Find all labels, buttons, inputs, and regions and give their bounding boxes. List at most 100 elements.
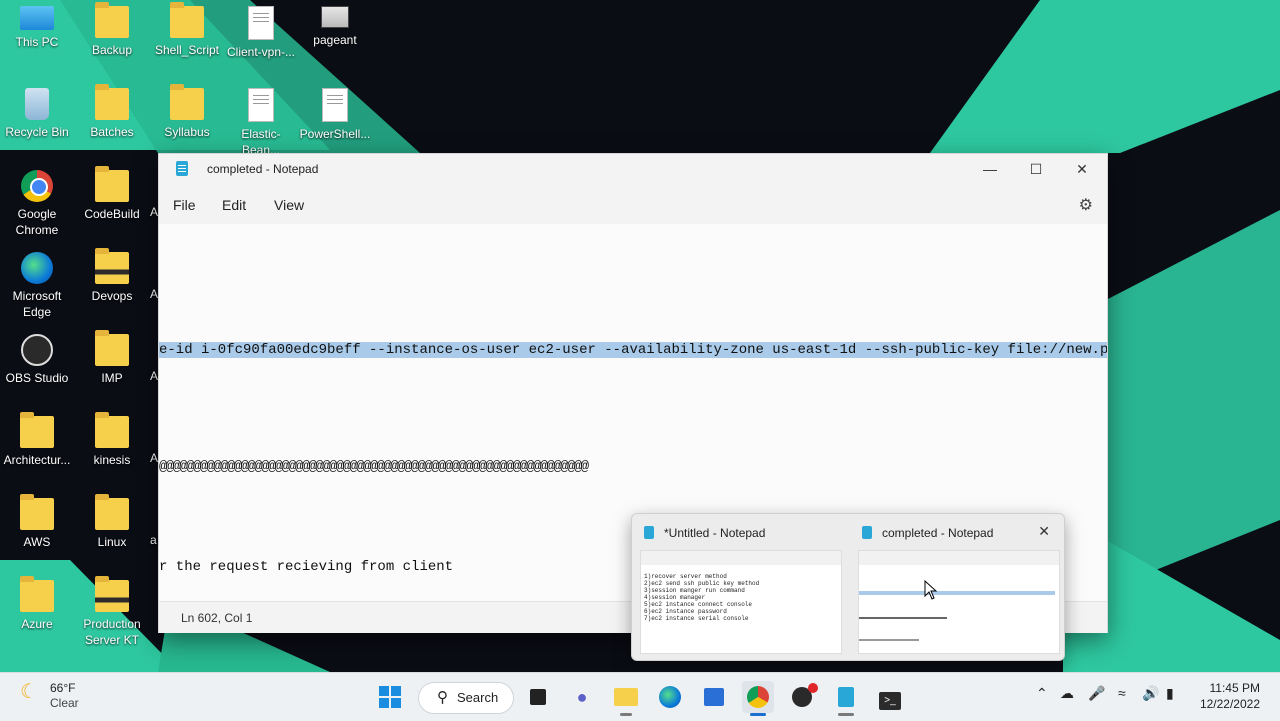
desktop-icon-obs-studio[interactable]: OBS Studio	[0, 334, 74, 386]
recording-badge	[808, 683, 818, 693]
desktop-icon-shell-script[interactable]: Shell_Script	[150, 2, 224, 58]
desktop-icon-batches[interactable]: Batches	[75, 84, 149, 140]
task-view-icon	[530, 689, 546, 705]
store-button[interactable]	[698, 681, 730, 713]
microphone-icon[interactable]: 🎤	[1088, 685, 1105, 702]
document-icon	[322, 88, 348, 122]
menu-view[interactable]: View	[274, 197, 304, 213]
desktop-icon-aws[interactable]: AWS	[0, 494, 74, 550]
monitor-icon	[20, 6, 54, 30]
gear-icon[interactable]: ⚙	[1079, 195, 1093, 215]
editor-line[interactable]: @@@@@@@@@@@@@@@@@@@@@@@@@@@@@@@@@@@@@@@@…	[159, 459, 589, 475]
notepad-icon	[176, 161, 188, 176]
desktop-icon-production-server-kt[interactable]: Production Server KT	[75, 576, 149, 648]
store-icon	[704, 688, 724, 706]
desktop-icon-recycle-bin[interactable]: Recycle Bin	[0, 88, 74, 140]
start-button[interactable]	[374, 681, 406, 713]
terminal-icon: >_	[879, 692, 901, 710]
battery-icon[interactable]: ▮	[1166, 685, 1174, 702]
teams-chat-button[interactable]: ●	[566, 681, 598, 713]
preview-completed-notepad[interactable]: completed - Notepad ✕	[850, 514, 1060, 660]
folder-icon	[95, 166, 129, 202]
editor-line-selected[interactable]: e-id i-0fc90fa00edc9beff --instance-os-u…	[159, 342, 1107, 358]
folder-icon	[20, 576, 54, 612]
desktop-icon-elastic-bean[interactable]: Elastic-Bean...	[224, 88, 298, 158]
desktop-icon-architecture[interactable]: Architectur...	[0, 412, 74, 468]
obs-taskbar-button[interactable]	[786, 681, 818, 713]
notepad-taskbar-button[interactable]	[830, 681, 862, 716]
notepad-icon	[862, 526, 872, 539]
desktop-icon-azure[interactable]: Azure	[0, 576, 74, 632]
preview-thumbnail	[858, 550, 1060, 654]
putty-icon	[321, 6, 349, 28]
desktop-icon-client-vpn[interactable]: Client-vpn-...	[224, 6, 298, 60]
folder-icon	[170, 2, 204, 38]
desktop-icon-powershell[interactable]: PowerShell...	[298, 88, 372, 142]
folder-icon	[20, 412, 54, 448]
editor-line[interactable]: r the request recieving from client	[159, 559, 453, 575]
weather-widget[interactable]: ☾ 66°F Clear	[20, 681, 79, 711]
clock-time: 11:45 PM	[1209, 681, 1260, 695]
desktop-icon-pageant[interactable]: pageant	[298, 6, 372, 48]
preview-untitled-notepad[interactable]: *Untitled - Notepad 1)recover server met…	[632, 514, 842, 660]
folder-icon	[95, 576, 129, 612]
window-title: completed - Notepad	[207, 162, 319, 176]
taskbar-preview: *Untitled - Notepad 1)recover server met…	[631, 513, 1065, 661]
document-icon	[248, 6, 274, 40]
chrome-icon	[21, 170, 53, 202]
weather-desc: Clear	[50, 696, 79, 710]
desktop-icon-imp[interactable]: IMP	[75, 330, 149, 386]
preview-title: *Untitled - Notepad	[664, 526, 766, 540]
edge-icon	[659, 686, 681, 708]
search-icon: ⚲	[437, 689, 448, 706]
search-label: Search	[457, 690, 499, 705]
minimize-button[interactable]: —	[967, 154, 1013, 184]
desktop-icon-microsoft-edge[interactable]: Microsoft Edge	[0, 252, 74, 320]
preview-title: completed - Notepad	[882, 526, 994, 540]
preview-close-icon[interactable]: ✕	[1038, 523, 1050, 540]
close-button[interactable]: ✕	[1059, 154, 1105, 184]
desktop-icon-devops[interactable]: Devops	[75, 248, 149, 304]
title-bar[interactable]: completed - Notepad — ☐ ✕	[159, 154, 1107, 184]
task-view-button[interactable]	[522, 681, 554, 713]
preview-thumbnail-text: 1)recover server method 2)ec2 send ssh p…	[644, 573, 760, 622]
folder-icon	[614, 688, 638, 706]
volume-icon[interactable]: 🔊	[1142, 685, 1159, 702]
maximize-button[interactable]: ☐	[1013, 154, 1059, 184]
chrome-icon	[747, 686, 769, 708]
chevron-up-icon[interactable]: ⌃	[1036, 685, 1048, 702]
chat-icon: ●	[576, 687, 588, 707]
menu-bar: File Edit View ⚙	[159, 184, 1107, 224]
document-icon	[248, 88, 274, 122]
desktop-icon-this-pc[interactable]: This PC	[0, 6, 74, 50]
desktop-icon-syllabus[interactable]: Syllabus	[150, 84, 224, 140]
desktop-icon-linux[interactable]: Linux	[75, 494, 149, 550]
folder-icon	[95, 494, 129, 530]
notepad-icon	[838, 687, 854, 707]
chrome-taskbar-button[interactable]	[742, 681, 774, 716]
mouse-cursor-icon	[924, 580, 938, 600]
desktop-icon-codebuild[interactable]: CodeBuild	[75, 166, 149, 222]
edge-taskbar-button[interactable]	[654, 681, 686, 713]
folder-icon	[95, 2, 129, 38]
obs-icon	[21, 334, 53, 366]
folder-icon	[170, 84, 204, 120]
clock-date: 12/22/2022	[1199, 697, 1260, 711]
desktop-icon-kinesis[interactable]: kinesis	[75, 412, 149, 468]
clock[interactable]: 11:45 PM 12/22/2022	[1200, 680, 1260, 712]
cursor-position: Ln 602, Col 1	[181, 611, 253, 625]
menu-edit[interactable]: Edit	[222, 197, 246, 213]
wifi-icon[interactable]: ≈	[1118, 685, 1126, 701]
moon-icon: ☾	[20, 681, 38, 703]
menu-file[interactable]: File	[173, 197, 196, 213]
search-button[interactable]: ⚲ Search	[418, 682, 514, 714]
onedrive-icon[interactable]: ☁	[1060, 685, 1074, 702]
recycle-bin-icon	[25, 88, 49, 120]
desktop-icon-backup[interactable]: Backup	[75, 2, 149, 58]
terminal-button[interactable]: >_	[874, 681, 906, 713]
folder-icon	[95, 84, 129, 120]
folder-icon	[95, 330, 129, 366]
file-explorer-button[interactable]	[610, 681, 642, 716]
notepad-icon	[644, 526, 654, 539]
desktop-icon-google-chrome[interactable]: Google Chrome	[0, 170, 74, 238]
